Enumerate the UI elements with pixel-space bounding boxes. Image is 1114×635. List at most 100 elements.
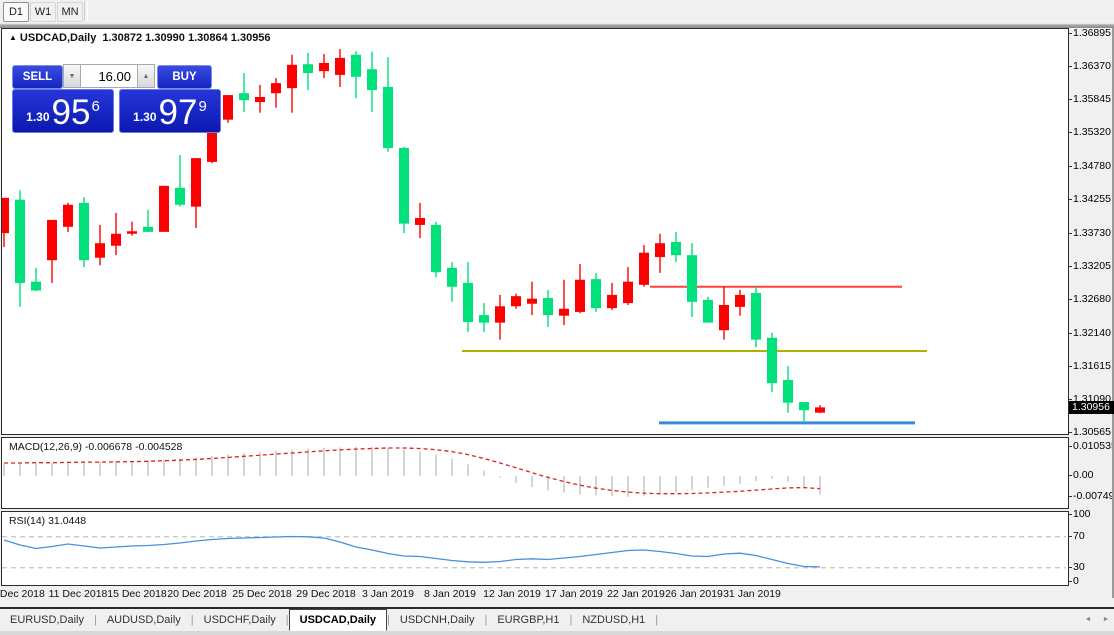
candle (623, 267, 633, 305)
collapse-chart-icon[interactable]: ▲ (9, 33, 17, 42)
candle (719, 287, 729, 340)
price-axis-tick (1068, 66, 1072, 67)
candle (415, 203, 425, 238)
rsi-axis-label: 30 (1073, 561, 1085, 573)
date-axis-label: 31 Jan 2019 (723, 588, 781, 600)
macd-label: MACD(12,26,9) -0.006678 -0.004528 (9, 441, 182, 453)
candle (671, 232, 681, 262)
up-arrow-icon: ▲ (143, 73, 150, 80)
candle (431, 222, 441, 277)
main-chart-panel: ▲USDCAD,Daily1.30872 1.30990 1.30864 1.3… (1, 28, 1069, 435)
buy-price-button[interactable]: 1.30979 (119, 89, 221, 133)
tab-nzdusd[interactable]: NZDUSD,H1 (572, 610, 655, 630)
rsi-axis-label: 100 (1073, 508, 1091, 520)
candle (559, 280, 569, 325)
sell-price-pip: 6 (91, 98, 99, 115)
tab-eurusd[interactable]: EURUSD,Daily (0, 610, 94, 630)
candle (479, 303, 489, 332)
candle (255, 85, 265, 113)
price-axis-tick (1068, 299, 1072, 300)
sell-button[interactable]: SELL (12, 65, 63, 89)
candle (511, 294, 521, 309)
price-axis-label: 1.36895 (1073, 27, 1111, 39)
current-price-badge: 1.30956 (1069, 401, 1114, 414)
tab-scroll-right-button[interactable]: ► (1098, 612, 1114, 628)
macd-axis-label: 0.00 (1073, 469, 1093, 481)
tab-scroll-left-button[interactable]: ◄ (1080, 612, 1096, 628)
sell-price-prefix: 1.30 (26, 110, 49, 124)
price-axis-tick (1068, 432, 1072, 433)
chart-symbol-period: USDCAD,Daily (20, 32, 96, 44)
date-axis-label: 12 Jan 2019 (483, 588, 541, 600)
price-axis-label: 1.35845 (1073, 93, 1111, 105)
date-axis-label: 6 Dec 2018 (0, 588, 45, 600)
mt4-window: D1W1MN ▲USDCAD,Daily1.30872 1.30990 1.30… (0, 0, 1114, 635)
price-axis-label: 1.32680 (1073, 293, 1111, 305)
tab-usdchf[interactable]: USDCHF,Daily (194, 610, 286, 630)
tab-eurgbp[interactable]: EURGBP,H1 (487, 610, 569, 630)
price-axis-label: 1.30565 (1073, 426, 1111, 438)
price-axis-tick (1068, 366, 1072, 367)
price-axis-tick (1068, 233, 1072, 234)
tab-usdcnh[interactable]: USDCNH,Daily (390, 610, 485, 630)
candle (111, 213, 121, 255)
candle (79, 197, 89, 267)
price-axis-label: 1.33730 (1073, 227, 1111, 239)
candle (655, 234, 665, 273)
rsi-axis-label: 0 (1073, 575, 1079, 587)
volume-decrease-button[interactable]: ▼ (63, 64, 81, 88)
macd-axis-label: -0.007498 (1073, 490, 1114, 502)
price-axis-label: 1.36370 (1073, 60, 1111, 72)
macd-axis-tick (1068, 446, 1072, 447)
candle (607, 283, 617, 310)
candle (159, 186, 169, 232)
timeframe-button-w1[interactable]: W1 (30, 2, 56, 22)
buy-price-pip: 9 (198, 98, 206, 115)
timeframe-button-mn[interactable]: MN (57, 2, 83, 22)
candle (271, 78, 281, 108)
rsi-panel: RSI(14) 31.0448 (1, 511, 1069, 586)
chart-ohlc-values: 1.30872 1.30990 1.30864 1.30956 (102, 32, 270, 44)
price-axis-tick (1068, 266, 1072, 267)
down-arrow-icon: ▼ (69, 73, 76, 80)
rsi-axis-tick (1068, 536, 1072, 537)
tab-audusd[interactable]: AUDUSD,Daily (97, 610, 191, 630)
candle (799, 402, 809, 422)
volume-input[interactable] (81, 64, 137, 88)
candle (47, 220, 57, 283)
date-axis-label: 17 Jan 2019 (545, 588, 603, 600)
price-axis-tick (1068, 132, 1072, 133)
scroll-right-icon: ► (1103, 616, 1110, 623)
price-axis-tick (1068, 199, 1072, 200)
candle (687, 243, 697, 317)
candle (319, 54, 329, 78)
sell-price-button[interactable]: 1.30956 (12, 89, 114, 133)
candle (303, 53, 313, 90)
candle (143, 210, 153, 232)
date-axis-label: 3 Jan 2019 (362, 588, 414, 600)
candle (751, 287, 761, 348)
macd-axis-label: 0.010535 (1073, 440, 1114, 452)
scroll-left-icon: ◄ (1085, 616, 1092, 623)
candle (527, 282, 537, 315)
macd-axis-tick (1068, 496, 1072, 497)
rsi-chart (2, 512, 1066, 583)
price-axis-tick (1068, 399, 1072, 400)
price-axis-label: 1.31615 (1073, 360, 1111, 372)
buy-button[interactable]: BUY (157, 65, 212, 89)
date-axis-label: 15 Dec 2018 (107, 588, 167, 600)
candle (463, 262, 473, 332)
tab-usdcad[interactable]: USDCAD,Daily (289, 609, 387, 631)
candle (639, 245, 649, 287)
volume-increase-button[interactable]: ▲ (137, 64, 155, 88)
macd-panel: MACD(12,26,9) -0.006678 -0.004528 (1, 437, 1069, 509)
macd-axis-tick (1068, 475, 1072, 476)
price-axis-label: 1.35320 (1073, 126, 1111, 138)
buy-price-main: 97 (159, 98, 198, 128)
timeframe-button-d1[interactable]: D1 (3, 2, 29, 22)
toolbar-separator (84, 1, 88, 21)
buy-price-prefix: 1.30 (133, 110, 156, 124)
rsi-axis-tick (1068, 567, 1072, 568)
chart-tab-bar: EURUSD,Daily|AUDUSD,Daily|USDCHF,Daily|U… (0, 609, 1114, 631)
date-axis-label: 29 Dec 2018 (296, 588, 356, 600)
